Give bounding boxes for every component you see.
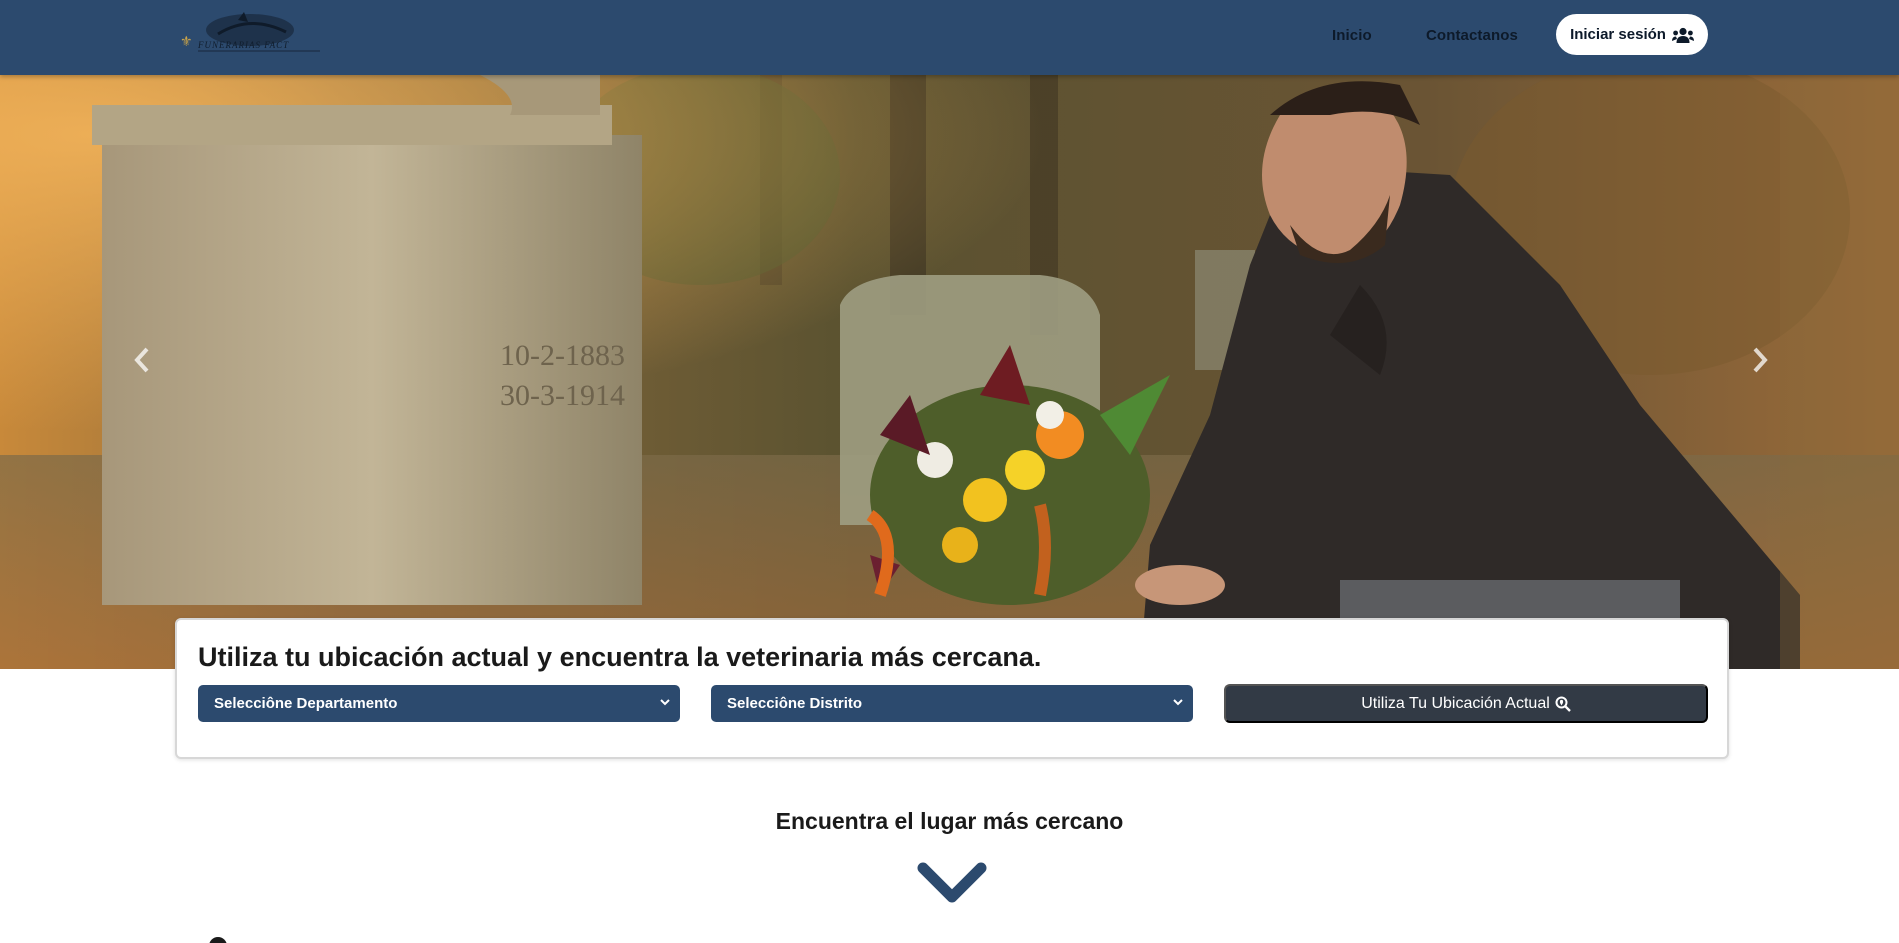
departamento-select[interactable]: Selecciône Departamento [198,685,680,722]
hero-image: 10-2-1883 30-3-1914 [0,75,1899,669]
partial-heading-fragment [209,937,227,943]
brand-logo[interactable]: ⚜ FUNERARIAS FACT [178,10,328,58]
chevron-down-icon [1173,699,1183,706]
carousel-next-button[interactable] [1730,320,1790,400]
search-heading: Utiliza tu ubicación actual y encuentra … [198,642,1042,672]
nav-link-contactanos[interactable]: Contactanos [1426,27,1518,44]
navbar: ⚜ FUNERARIAS FACT Inicio Contactanos Ini… [0,0,1899,75]
chevron-down-icon [660,699,670,706]
departamento-select-value: Selecciône Departamento [214,695,398,712]
location-search-card: Utiliza tu ubicación actual y encuentra … [175,618,1729,759]
distrito-select[interactable]: Selecciône Distrito [711,685,1193,722]
distrito-select-value: Selecciône Distrito [727,695,863,712]
nav-link-inicio[interactable]: Inicio [1332,27,1372,44]
use-current-location-label: Utiliza Tu Ubicación Actual [1361,694,1550,712]
section-title: Encuentra el lugar más cercano [775,808,1124,834]
search-location-icon [1555,696,1571,712]
chevron-left-icon [134,347,149,373]
login-button-label: Iniciar sesión [1570,26,1666,43]
tombstone-date-2: 30-3-1914 [500,379,625,412]
chevron-right-icon [1753,347,1768,373]
carousel-prev-button[interactable] [112,320,172,400]
chevron-down-icon[interactable] [917,862,987,906]
logo-text: FUNERARIAS FACT [197,40,289,50]
login-button[interactable]: Iniciar sesión [1556,14,1708,55]
use-current-location-button[interactable]: Utiliza Tu Ubicación Actual [1224,684,1708,723]
users-icon [1671,27,1694,43]
hero-carousel: 10-2-1883 30-3-1914 [0,75,1899,669]
svg-text:⚜: ⚜ [180,35,193,50]
tombstone-date-1: 10-2-1883 [500,339,625,372]
